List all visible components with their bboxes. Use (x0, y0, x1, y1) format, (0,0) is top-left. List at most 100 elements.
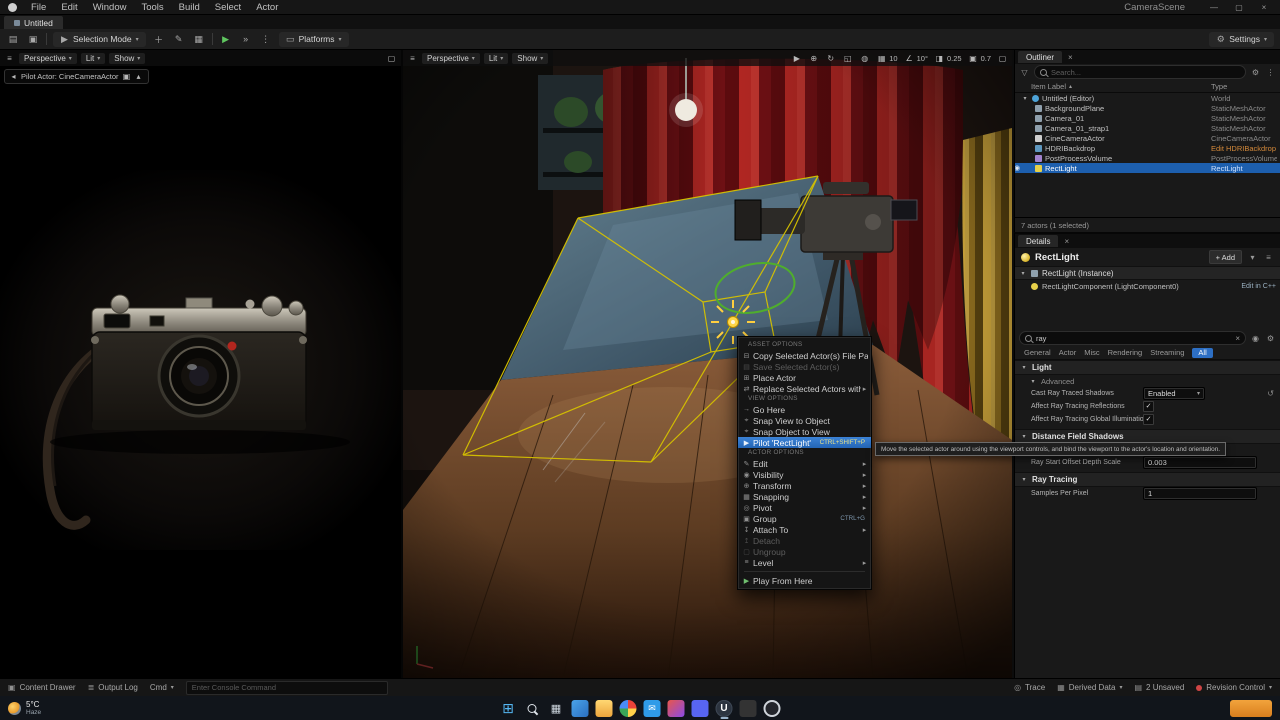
section-light[interactable]: ▾ Light (1015, 360, 1280, 375)
maximize-viewport-icon[interactable]: ▢ (997, 54, 1008, 63)
outliner-row[interactable]: HDRIBackdrop Edit HDRIBackdrop (1015, 143, 1280, 153)
back-icon[interactable]: ◂ (10, 72, 17, 81)
eject-icon[interactable]: ▴ (135, 72, 143, 81)
outliner-settings-icon[interactable]: ⚙ (1250, 68, 1261, 77)
cmd-dropdown[interactable]: Cmd ▾ (150, 683, 174, 692)
menu-item-group[interactable]: ▣ Group CTRL+G (738, 513, 871, 524)
search-icon[interactable] (524, 700, 541, 717)
mail-icon[interactable]: ✉ (644, 700, 661, 717)
menu-item-pivot[interactable]: ◎ Pivot ▸ (738, 502, 871, 513)
outliner-search-input[interactable] (1051, 68, 1240, 77)
select-tool-icon[interactable]: ▶ (791, 54, 802, 63)
unreal-engine-icon[interactable]: U (716, 700, 733, 717)
menu-item-snapping[interactable]: ▦ Snapping ▸ (738, 491, 871, 502)
details-search-input[interactable] (1036, 334, 1231, 343)
ray-start-offset-field[interactable]: 0.003 (1143, 456, 1257, 469)
filter-misc[interactable]: Misc (1084, 348, 1099, 357)
browser-icon[interactable] (620, 700, 637, 717)
grid-snap-toggle[interactable]: ▦ 10 (876, 54, 897, 63)
checkbox-checked[interactable]: ✓ (1143, 401, 1154, 412)
rotate-tool-icon[interactable]: ↻ (825, 54, 836, 63)
menu-edit[interactable]: Edit (54, 0, 84, 15)
edit-in-cpp-link[interactable]: Edit in C++ (1241, 283, 1276, 290)
outliner-row[interactable]: BackgroundPlane StaticMeshActor (1015, 103, 1280, 113)
rotation-snap-toggle[interactable]: ∠ 10° (904, 54, 928, 63)
expand-sections-icon[interactable]: ▾ (1247, 253, 1258, 262)
camera-speed-control[interactable]: ▣ 0.7 (968, 54, 991, 63)
outliner-row[interactable]: CineCameraActor CineCameraActor (1015, 133, 1280, 143)
details-settings-icon[interactable]: ⚙ (1265, 334, 1276, 343)
close-icon[interactable]: × (1252, 3, 1276, 12)
world-space-icon[interactable]: ◍ (859, 54, 870, 63)
lit-dropdown[interactable]: Lit ▾ (81, 53, 105, 64)
outliner-search-box[interactable] (1034, 65, 1246, 79)
notification-badge[interactable] (1230, 700, 1272, 717)
menu-item-go-here[interactable]: → Go Here (738, 404, 871, 415)
component-row[interactable]: RectLightComponent (LightComponent0) Edi… (1015, 280, 1280, 292)
save-icon[interactable]: ▤ (6, 34, 20, 45)
maximize-icon[interactable]: ▢ (1227, 3, 1251, 12)
filter-actor[interactable]: Actor (1059, 348, 1077, 357)
selection-mode-dropdown[interactable]: ▶ Selection Mode ▾ (53, 32, 146, 47)
obs-icon[interactable] (764, 700, 781, 717)
reset-to-default-icon[interactable]: ↺ (1267, 389, 1274, 398)
maximize-viewport-icon[interactable]: ▢ (386, 54, 397, 63)
outliner-row[interactable]: ▾ Untitled (Editor) World (1015, 93, 1280, 103)
filter-funnel-icon[interactable]: ▽ (1019, 68, 1030, 77)
advanced-expander[interactable]: ▾ Advanced (1015, 375, 1280, 387)
expand-caret-icon[interactable]: ▾ (1019, 270, 1027, 277)
scale-snap-toggle[interactable]: ◨ 0.25 (934, 54, 962, 63)
clear-search-icon[interactable]: × (1235, 334, 1240, 343)
menu-item-place-actor[interactable]: ⊞ Place Actor (738, 372, 871, 383)
menu-item-copy-file-path[interactable]: ⊟ Copy Selected Actor(s) File Path (738, 350, 871, 361)
close-icon[interactable]: × (1064, 237, 1069, 246)
perspective-dropdown[interactable]: Perspective ▾ (422, 53, 480, 64)
revision-control-dropdown[interactable]: Revision Control ▾ (1196, 683, 1272, 692)
visibility-eye-icon[interactable]: ◉ (1015, 164, 1022, 172)
pilot-viewport[interactable]: ≡ Perspective ▾ Lit ▾ Show ▾ ▢ ◂ Pilot A… (0, 50, 403, 678)
scale-tool-icon[interactable]: ◱ (842, 54, 853, 63)
trace-button[interactable]: ◎ Trace (1014, 683, 1045, 692)
outliner-row[interactable]: Camera_01 StaticMeshActor (1015, 113, 1280, 123)
add-component-button[interactable]: + Add (1209, 250, 1242, 264)
camera-icon[interactable]: ▣ (123, 72, 131, 81)
add-actor-icon[interactable]: ＋ (152, 33, 166, 46)
play-options-icon[interactable]: ⋮ (259, 34, 273, 45)
show-dropdown[interactable]: Show ▾ (109, 53, 145, 64)
menu-actor[interactable]: Actor (249, 0, 285, 15)
settings-dropdown[interactable]: ⚙ Settings ▾ (1209, 32, 1274, 47)
samples-per-pixel-field[interactable]: 1 (1143, 487, 1257, 500)
section-ray-tracing[interactable]: ▾ Ray Tracing (1015, 472, 1280, 487)
pilot-actor-banner[interactable]: ◂ Pilot Actor: CineCameraActor ▣ ▴ (4, 69, 149, 84)
play-button[interactable]: ▶ (219, 34, 233, 45)
menu-item-replace-actors[interactable]: ⇄ Replace Selected Actors with ▸ (738, 383, 871, 394)
photos-icon[interactable] (668, 700, 685, 717)
filter-rendering[interactable]: Rendering (1108, 348, 1143, 357)
menu-build[interactable]: Build (172, 0, 207, 15)
menu-item-attach-to[interactable]: ↧ Attach To ▸ (738, 524, 871, 535)
close-icon[interactable]: × (1068, 53, 1073, 62)
menu-file[interactable]: File (24, 0, 53, 15)
favorites-icon[interactable]: ◉ (1250, 334, 1261, 343)
column-item-label[interactable]: Item Label (1031, 82, 1066, 91)
menu-select[interactable]: Select (208, 0, 248, 15)
outliner-row[interactable]: Camera_01_strap1 StaticMeshActor (1015, 123, 1280, 133)
instance-row[interactable]: ▾ RectLight (Instance) (1015, 266, 1280, 280)
level-viewport[interactable]: ≡ Perspective ▾ Lit ▾ Show ▾ ▶ ⊕ ↻ ◱ ◍ ▦ (403, 50, 1012, 678)
details-search-box[interactable]: × (1019, 331, 1246, 345)
epic-launcher-icon[interactable] (740, 700, 757, 717)
viewport-menu-icon[interactable]: ≡ (4, 54, 15, 63)
lock-icon[interactable]: ≡ (1263, 253, 1274, 262)
perspective-dropdown[interactable]: Perspective ▾ (19, 53, 77, 64)
skip-button[interactable]: » (239, 34, 253, 44)
checkbox-checked[interactable]: ✓ (1143, 414, 1154, 425)
blueprint-icon[interactable]: ✎ (172, 34, 186, 45)
outliner-more-icon[interactable]: ⋮ (1265, 68, 1276, 77)
task-view-icon[interactable]: ▦ (548, 700, 565, 717)
platforms-dropdown[interactable]: ▭ Platforms ▾ (279, 32, 349, 47)
content-drawer-button[interactable]: ▣ Content Drawer (8, 683, 76, 692)
menu-item-play-from-here[interactable]: ▶ Play From Here (738, 575, 871, 586)
tab-details[interactable]: Details (1018, 235, 1058, 247)
move-tool-icon[interactable]: ⊕ (808, 54, 819, 63)
tab-outliner[interactable]: Outliner (1018, 51, 1062, 63)
